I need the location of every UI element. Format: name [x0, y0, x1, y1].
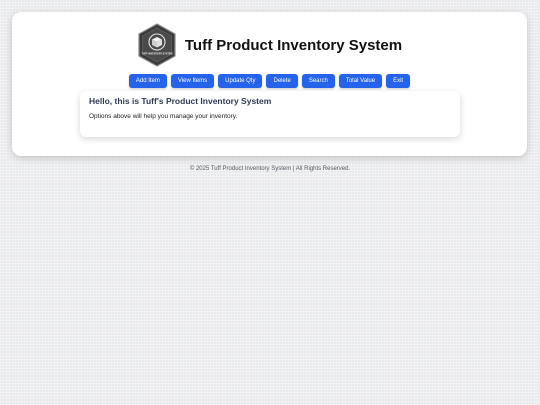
total-value-button[interactable]: Total Value	[338, 74, 383, 88]
delete-button[interactable]: Delete	[266, 74, 298, 88]
toolbar: Add Item View Items Update Qty Delete Se…	[12, 74, 527, 88]
logo-text: TUFF INVENTORY SYSTEM	[141, 53, 172, 56]
update-qty-button[interactable]: Update Qty	[218, 74, 263, 88]
welcome-title: Hello, this is Tuff's Product Inventory …	[89, 96, 272, 106]
footer: © 2025 Tuff Product Inventory System | A…	[189, 166, 351, 172]
view-items-button[interactable]: View Items	[170, 74, 215, 88]
exit-button[interactable]: Exit	[386, 74, 411, 88]
add-item-button[interactable]: Add Item	[128, 74, 167, 88]
app-header: TUFF INVENTORY SYSTEM Tuff Product Inven…	[12, 22, 527, 68]
box-logo-icon: TUFF INVENTORY SYSTEM	[138, 23, 176, 67]
app-title: Tuff Product Inventory System	[184, 36, 403, 54]
search-button[interactable]: Search	[301, 74, 335, 88]
welcome-panel: Hello, this is Tuff's Product Inventory …	[80, 91, 460, 137]
main-card: TUFF INVENTORY SYSTEM Tuff Product Inven…	[12, 12, 527, 156]
welcome-text: Options above will help you manage your …	[89, 113, 238, 120]
